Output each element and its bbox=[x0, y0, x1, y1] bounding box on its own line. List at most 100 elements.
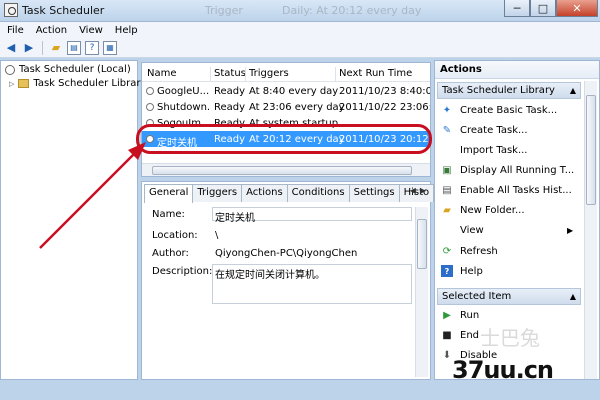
background-window-title: Trigger bbox=[205, 4, 243, 17]
watermark: 37uu.cn bbox=[452, 356, 554, 384]
new-folder-icon: ▰ bbox=[443, 204, 451, 216]
action-enable-history[interactable]: ▤ Enable All Tasks Hist... bbox=[441, 184, 572, 196]
action-run[interactable]: ▶ Run bbox=[441, 309, 479, 321]
location-value: \ bbox=[215, 230, 219, 241]
task-status: Ready bbox=[214, 86, 246, 97]
view-icon bbox=[441, 224, 453, 236]
create-task-icon: ✎ bbox=[442, 124, 452, 136]
action-label: Help bbox=[460, 265, 483, 277]
tab-scroll-left-icon[interactable]: ◀ bbox=[410, 186, 416, 195]
title-bar: Task Scheduler Trigger Daily: At 20:12 e… bbox=[0, 0, 600, 22]
toolbar-separator bbox=[42, 40, 43, 55]
highlight-ellipse bbox=[136, 124, 432, 154]
section-task-scheduler-library[interactable]: Task Scheduler Library ▲ bbox=[437, 82, 581, 99]
watermark-faint: 士巴兔 bbox=[480, 326, 540, 350]
scroll-thumb[interactable] bbox=[586, 95, 596, 205]
collapse-up-icon[interactable]: ▲ bbox=[570, 292, 576, 301]
menu-bar: File Action View Help bbox=[0, 22, 600, 38]
back-icon[interactable]: ◀ bbox=[4, 41, 18, 55]
collapse-up-icon[interactable]: ▲ bbox=[570, 86, 576, 95]
column-header-name[interactable]: Name bbox=[147, 68, 177, 79]
maximize-button[interactable]: □ bbox=[530, 0, 556, 17]
details-tabs: General Triggers Actions Conditions Sett… bbox=[144, 184, 435, 203]
action-help[interactable]: ? Help bbox=[441, 265, 483, 277]
running-tasks-icon: ▣ bbox=[442, 164, 452, 176]
create-basic-task-icon: ✦ bbox=[442, 104, 452, 116]
section-label: Task Scheduler Library bbox=[442, 85, 555, 96]
column-header-triggers[interactable]: Triggers bbox=[249, 68, 289, 79]
folder-up-icon[interactable]: ▰ bbox=[49, 41, 63, 55]
action-refresh[interactable]: ⟳ Refresh bbox=[441, 245, 498, 257]
description-label: Description: bbox=[152, 266, 213, 277]
action-label: New Folder... bbox=[460, 204, 525, 216]
task-next-run: 2011/10/23 8:40:00 bbox=[339, 86, 431, 97]
task-list: Name Status Triggers Next Run Time Googl… bbox=[141, 62, 431, 177]
action-display-running[interactable]: ▣ Display All Running T... bbox=[441, 164, 574, 176]
action-label: End bbox=[460, 329, 480, 341]
author-value: QiyongChen-PC\QiyongChen bbox=[215, 248, 358, 259]
action-label: Display All Running T... bbox=[460, 164, 575, 176]
action-label: Enable All Tasks Hist... bbox=[460, 184, 572, 196]
actions-pane-title: Actions bbox=[435, 61, 599, 79]
column-header-next-run[interactable]: Next Run Time bbox=[339, 68, 412, 79]
expand-arrow-icon: ▷ bbox=[9, 79, 15, 88]
tree-item-library[interactable]: ▷ Task Scheduler Library bbox=[9, 78, 146, 89]
help-icon: ? bbox=[441, 265, 453, 277]
history-icon: ▤ bbox=[442, 184, 452, 196]
action-end[interactable]: ■ End bbox=[441, 329, 479, 341]
section-label: Selected Item bbox=[442, 291, 512, 302]
submenu-arrow-icon: ▶ bbox=[567, 226, 574, 235]
window-title: Task Scheduler bbox=[22, 4, 105, 17]
minimize-button[interactable]: ─ bbox=[504, 0, 530, 17]
action-label: View bbox=[460, 224, 484, 236]
task-clock-icon bbox=[146, 87, 154, 95]
properties-icon[interactable]: ▦ bbox=[103, 40, 117, 55]
menu-view[interactable]: View bbox=[79, 25, 103, 36]
toolbar: ◀ ▶ ▰ ▤ ? ▦ bbox=[0, 38, 600, 58]
tab-actions[interactable]: Actions bbox=[241, 184, 288, 202]
tree-root-label: Task Scheduler (Local) bbox=[19, 64, 131, 75]
tab-triggers[interactable]: Triggers bbox=[192, 184, 243, 202]
menu-action[interactable]: Action bbox=[36, 25, 67, 36]
tab-conditions[interactable]: Conditions bbox=[286, 184, 350, 202]
show-hide-tree-icon[interactable]: ▤ bbox=[67, 40, 81, 55]
action-import-task[interactable]: Import Task... bbox=[441, 144, 528, 156]
section-selected-item[interactable]: Selected Item ▲ bbox=[437, 288, 581, 305]
task-list-header: Name Status Triggers Next Run Time bbox=[142, 65, 430, 82]
task-status: Ready bbox=[214, 102, 246, 113]
menu-file[interactable]: File bbox=[7, 25, 24, 36]
window-controls: ─ □ ✕ bbox=[504, 0, 598, 18]
action-view[interactable]: View bbox=[441, 224, 484, 236]
column-divider[interactable] bbox=[210, 67, 211, 82]
table-row[interactable]: GoogleU... Ready At 8:40 every day 2011/… bbox=[142, 83, 431, 99]
action-create-basic-task[interactable]: ✦ Create Basic Task... bbox=[441, 104, 557, 116]
column-divider[interactable] bbox=[335, 67, 336, 82]
vertical-scrollbar[interactable] bbox=[584, 81, 597, 379]
task-trigger: At 23:06 every day bbox=[249, 102, 345, 113]
task-next-run: 2011/10/22 23:06:22 bbox=[339, 102, 430, 113]
task-clock-icon bbox=[146, 103, 154, 111]
tree-item-root[interactable]: Task Scheduler (Local) bbox=[5, 64, 131, 75]
background-window-subtitle: Daily: At 20:12 every day bbox=[282, 4, 422, 17]
refresh-icon: ⟳ bbox=[442, 245, 452, 257]
tab-general[interactable]: General bbox=[144, 184, 194, 203]
task-scheduler-app-icon bbox=[4, 3, 18, 17]
column-header-status[interactable]: Status bbox=[214, 68, 246, 79]
action-new-folder[interactable]: ▰ New Folder... bbox=[441, 204, 525, 216]
folder-icon bbox=[18, 79, 30, 88]
scroll-thumb[interactable] bbox=[152, 166, 412, 175]
menu-help[interactable]: Help bbox=[115, 25, 138, 36]
close-button[interactable]: ✕ bbox=[556, 0, 598, 17]
action-create-task[interactable]: ✎ Create Task... bbox=[441, 124, 528, 136]
vertical-scrollbar[interactable] bbox=[415, 207, 428, 377]
scroll-thumb[interactable] bbox=[417, 219, 427, 269]
table-row[interactable]: Shutdown... Ready At 23:06 every day 201… bbox=[142, 99, 430, 115]
clock-icon bbox=[5, 64, 15, 75]
tab-scroll-right-icon[interactable]: ▶ bbox=[420, 186, 426, 195]
help-icon[interactable]: ? bbox=[85, 40, 99, 55]
name-label: Name: bbox=[152, 209, 185, 220]
column-divider[interactable] bbox=[245, 67, 246, 82]
forward-icon[interactable]: ▶ bbox=[22, 41, 36, 55]
tab-settings[interactable]: Settings bbox=[348, 184, 400, 202]
horizontal-scrollbar[interactable] bbox=[142, 163, 430, 176]
